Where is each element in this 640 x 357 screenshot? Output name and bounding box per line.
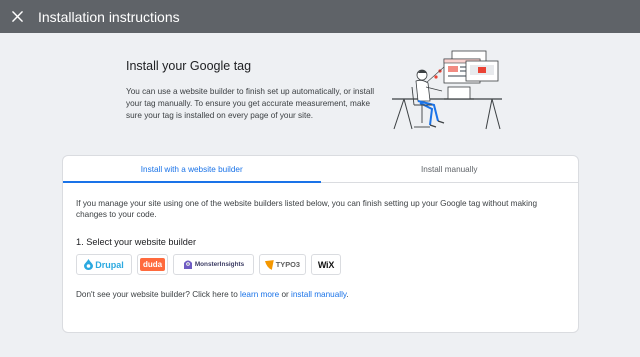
typo3-logo-icon [265,259,274,270]
builder-monsterinsights-button[interactable]: MonsterInsights [173,254,254,275]
learn-more-link[interactable]: learn more [240,290,279,299]
builder-intro-text: If you manage your site using one of the… [76,199,538,219]
builder-duda-label: duda [139,258,166,271]
footer-text: Don't see your website builder? Click he… [76,290,238,299]
dialog-title: Installation instructions [38,8,180,25]
close-icon [11,11,23,22]
top-bar: Installation instructions [0,0,640,33]
page-title: Install your Google tag [126,59,252,73]
person-at-desk-illustration [392,50,502,130]
install-card: Install with a website builder Install m… [62,155,579,333]
builder-typo3-label: TYPO3 [275,260,300,269]
builder-drupal-label: Drupal [95,259,124,270]
monsterinsights-mascot-icon [183,260,192,269]
builder-drupal-button[interactable]: Drupal [76,254,132,275]
footer-or-text: or [281,290,289,299]
install-manually-link[interactable]: install manually [291,290,346,299]
builder-duda-button[interactable]: duda [137,254,168,275]
drupal-drop-icon [84,259,94,270]
close-button[interactable] [0,0,34,33]
tab-install-manually[interactable]: Install manually [321,156,579,182]
builder-typo3-button[interactable]: TYPO3 [259,254,306,275]
builder-list: Drupal duda MonsterInsights TYPO3 WiX [76,254,341,275]
tab-website-builder[interactable]: Install with a website builder [63,156,321,183]
step-label: 1. Select your website builder [76,237,197,247]
footer-note: Don't see your website builder? Click he… [76,290,349,299]
page-description: You can use a website builder to finish … [126,87,375,120]
builder-wix-button[interactable]: WiX [311,254,341,275]
builder-monsterinsights-label: MonsterInsights [194,261,245,268]
footer-end-text: . [346,290,349,299]
builder-wix-label: WiX [317,259,335,270]
install-tabs: Install with a website builder Install m… [63,156,578,183]
